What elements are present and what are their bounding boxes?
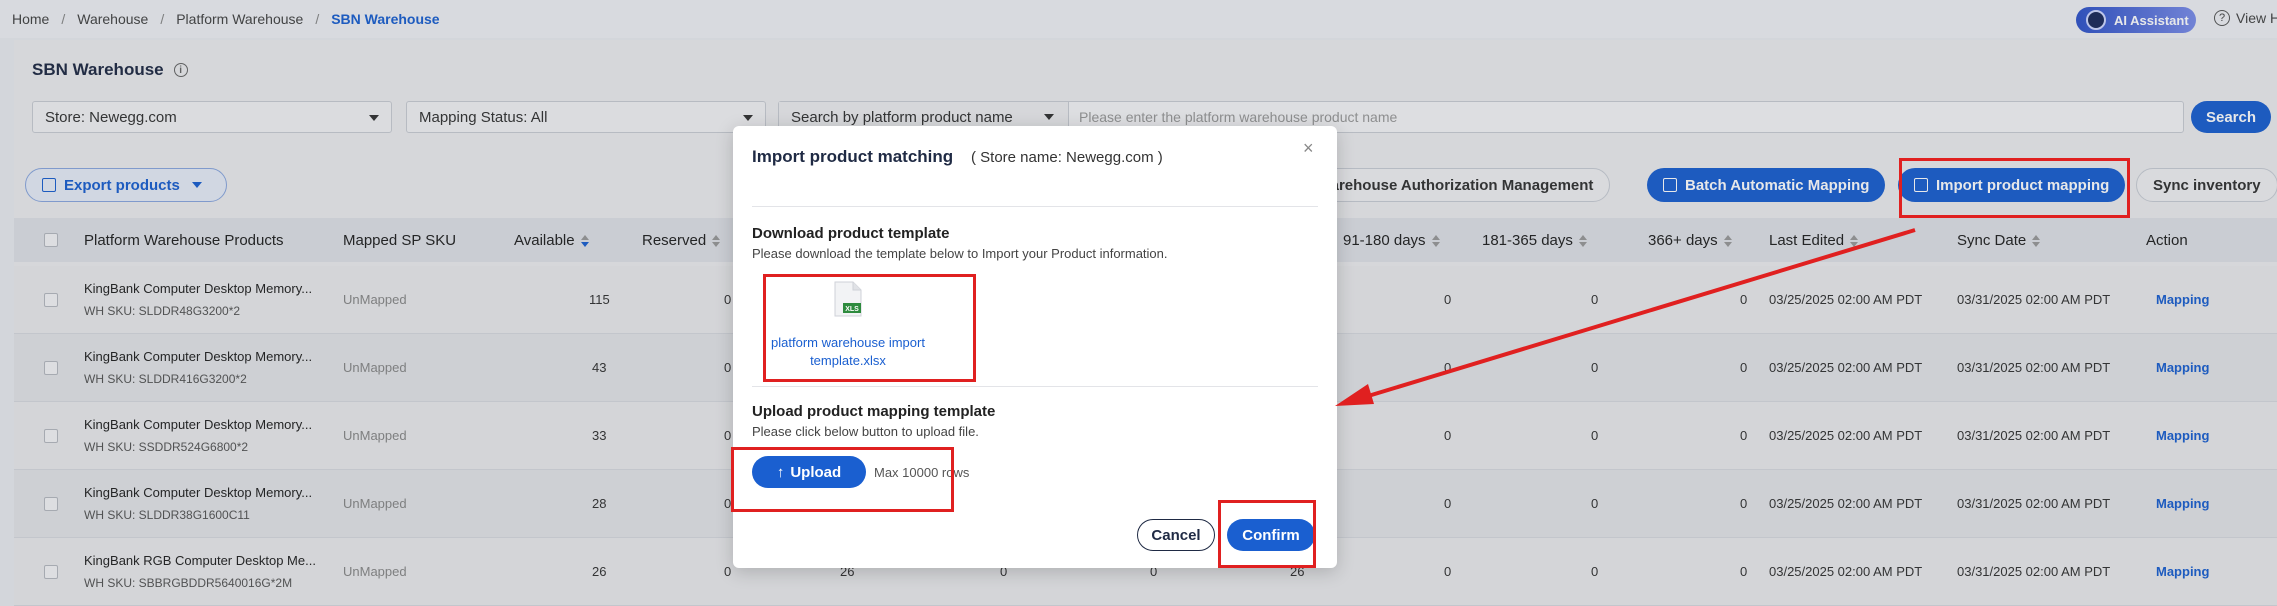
- dialog-title: Import product matching: [752, 147, 954, 166]
- annotation-box-upload: [731, 447, 954, 512]
- annotation-box-template: [763, 274, 976, 382]
- cancel-button[interactable]: Cancel: [1137, 519, 1215, 551]
- annotation-box-import-button: [1899, 158, 2130, 218]
- upload-subtext: Please click below button to upload file…: [752, 424, 979, 439]
- close-icon[interactable]: ×: [1303, 138, 1314, 159]
- upload-heading: Upload product mapping template: [752, 403, 996, 420]
- divider: [752, 386, 1318, 387]
- dialog-store-name: ( Store name: Newegg.com ): [971, 149, 1163, 166]
- divider: [752, 206, 1318, 207]
- download-subtext: Please download the template below to Im…: [752, 246, 1168, 261]
- download-heading: Download product template: [752, 225, 950, 242]
- annotation-box-confirm: [1218, 500, 1316, 568]
